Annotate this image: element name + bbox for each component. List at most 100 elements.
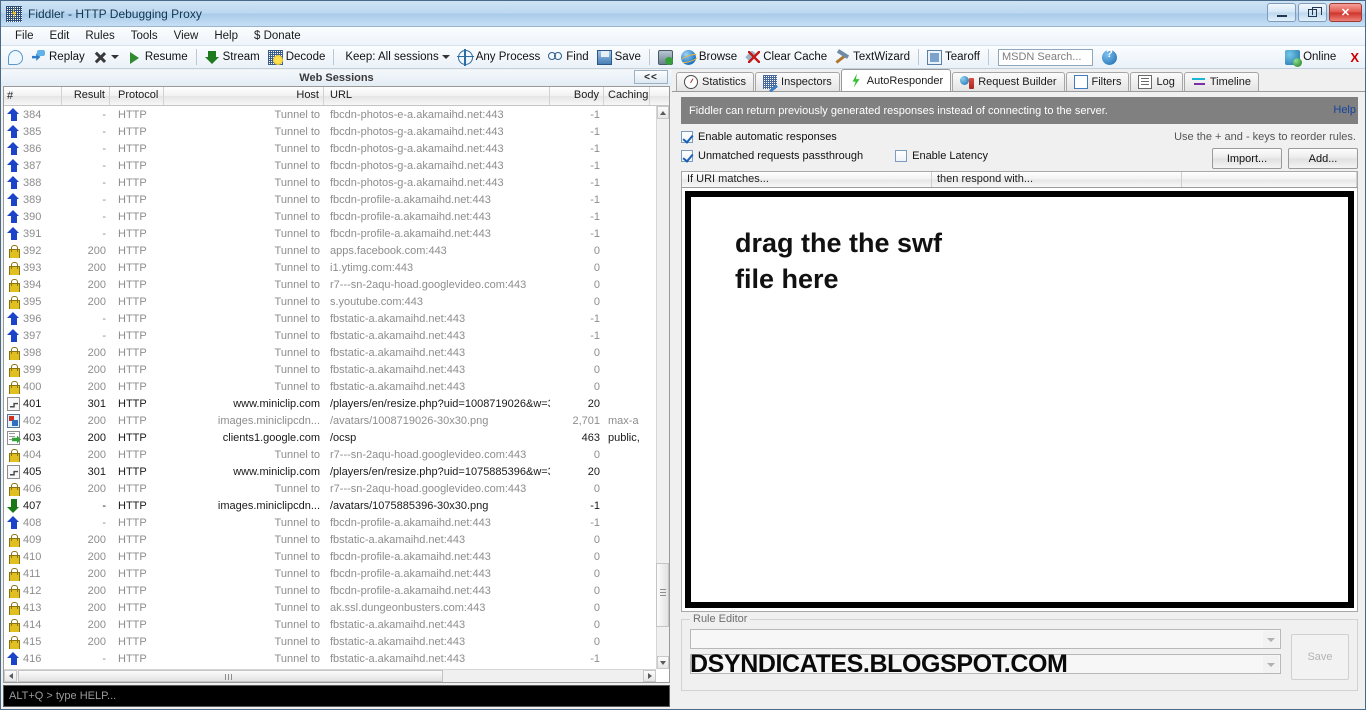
save-rule-button[interactable]: Save: [1291, 634, 1349, 680]
scroll-up-button[interactable]: [657, 106, 669, 119]
column-header-body[interactable]: Body: [550, 87, 604, 105]
table-row[interactable]: 392 200 HTTP Tunnel to apps.facebook.com:443…: [4, 242, 656, 259]
horizontal-scroll-thumb[interactable]: [18, 670, 443, 682]
table-row[interactable]: 384 - HTTP Tunnel to fbcdn-photos-e-a.akamai…: [4, 106, 656, 123]
table-row[interactable]: 416 - HTTP Tunnel to fbstatic-a.akamaihd.net…: [4, 650, 656, 667]
table-row[interactable]: 398 200 HTTP Tunnel to fbstatic-a.akamaihd.n…: [4, 344, 656, 361]
toolbar-close-icon[interactable]: X: [1350, 50, 1359, 65]
resume-button[interactable]: Resume: [123, 47, 192, 67]
table-row[interactable]: 414 200 HTTP Tunnel to fbstatic-a.akamaihd.n…: [4, 616, 656, 633]
find-button[interactable]: Find: [544, 47, 592, 67]
table-row[interactable]: 401 301 HTTP www.miniclip.com/players/en/re…: [4, 395, 656, 412]
column-header-result[interactable]: Result: [62, 87, 110, 105]
tearoff-button[interactable]: Tearoff: [923, 47, 984, 67]
table-row[interactable]: 404 200 HTTP Tunnel to r7---sn-2aqu-hoad.goo…: [4, 446, 656, 463]
enable-automatic-responses-checkbox[interactable]: [681, 131, 693, 143]
scroll-right-button[interactable]: [643, 670, 656, 682]
table-row[interactable]: 391 - HTTP Tunnel to fbcdn-profile-a.akamaih…: [4, 225, 656, 242]
replay-button[interactable]: Replay: [27, 47, 89, 67]
browse-button[interactable]: Browse: [677, 47, 741, 67]
comment-button[interactable]: [4, 47, 27, 67]
menu-edit[interactable]: Edit: [42, 28, 78, 44]
screenshot-button[interactable]: [654, 47, 677, 67]
msdn-search-input[interactable]: MSDN Search...: [997, 48, 1093, 66]
table-row[interactable]: 406 200 HTTP Tunnel to r7---sn-2aqu-hoad.goo…: [4, 480, 656, 497]
sessions-horizontal-scrollbar[interactable]: [4, 669, 656, 682]
tab-statistics[interactable]: Statistics: [676, 72, 755, 91]
column-header-extra[interactable]: [1182, 172, 1357, 187]
vertical-scroll-thumb[interactable]: [656, 563, 669, 627]
add-button[interactable]: Add...: [1288, 148, 1358, 169]
table-row[interactable]: 388 - HTTP Tunnel to fbcdn-photos-g-a.akamai…: [4, 174, 656, 191]
menu-tools[interactable]: Tools: [123, 28, 166, 44]
table-row[interactable]: 402 200 HTTP images.miniclipcdn... /avatars/…: [4, 412, 656, 429]
column-header-host[interactable]: Host: [164, 87, 324, 105]
column-header-then-respond-with[interactable]: then respond with...: [932, 172, 1182, 187]
rules-list-area[interactable]: drag the the swf file here: [681, 188, 1358, 612]
decode-button[interactable]: Decode: [264, 47, 330, 67]
table-row[interactable]: 410 200 HTTP Tunnel to fbcdn-profile-a.akama…: [4, 548, 656, 565]
column-header-if-uri-matches[interactable]: If URI matches...: [682, 172, 932, 187]
table-row[interactable]: 395 200 HTTP Tunnel to s.youtube.com:443 0: [4, 293, 656, 310]
menu-view[interactable]: View: [166, 28, 207, 44]
clear-cache-button[interactable]: Clear Cache: [741, 47, 831, 67]
tab-log[interactable]: Log: [1130, 72, 1183, 91]
tab-autoresponder[interactable]: AutoResponder: [840, 69, 952, 91]
minimize-button[interactable]: [1267, 3, 1296, 22]
any-process-button[interactable]: Any Process: [454, 47, 545, 67]
maximize-button[interactable]: [1298, 3, 1327, 22]
table-row[interactable]: 409 200 HTTP Tunnel to fbstatic-a.akamaihd.n…: [4, 531, 656, 548]
quickexec-input[interactable]: ALT+Q > type HELP...: [3, 685, 670, 707]
menu-rules[interactable]: Rules: [77, 28, 122, 44]
chevron-down-icon[interactable]: [1263, 631, 1279, 648]
table-row[interactable]: 411 200 HTTP Tunnel to fbcdn-profile-a.akama…: [4, 565, 656, 582]
table-row[interactable]: 415 200 HTTP Tunnel to fbstatic-a.akamaihd.n…: [4, 633, 656, 650]
table-row[interactable]: 393 200 HTTP Tunnel to i1.ytimg.com:443 0: [4, 259, 656, 276]
table-row[interactable]: 386 - HTTP Tunnel to fbcdn-photos-g-a.akamai…: [4, 140, 656, 157]
table-row[interactable]: 394 200 HTTP Tunnel to r7---sn-2aqu-hoad.goo…: [4, 276, 656, 293]
tab-timeline[interactable]: Timeline: [1183, 72, 1259, 91]
import-button[interactable]: Import...: [1212, 148, 1282, 169]
table-row[interactable]: 403 200 HTTP clients1.google.com/ocsp 463 pub…: [4, 429, 656, 446]
table-row[interactable]: 413 200 HTTP Tunnel to ak.ssl.dungeonbusters…: [4, 599, 656, 616]
rule-match-combobox[interactable]: [690, 629, 1281, 649]
column-header-caching[interactable]: Caching: [604, 87, 650, 105]
table-row[interactable]: 405 301 HTTP www.miniclip.com/players/en/re…: [4, 463, 656, 480]
swf-drop-zone[interactable]: drag the the swf file here: [685, 191, 1354, 608]
table-row[interactable]: 385 - HTTP Tunnel to fbcdn-photos-g-a.akamai…: [4, 123, 656, 140]
menu-donate[interactable]: $ Donate: [246, 28, 309, 44]
online-button[interactable]: Online: [1281, 47, 1340, 67]
remove-button[interactable]: [89, 47, 123, 67]
table-row[interactable]: 400 200 HTTP Tunnel to fbstatic-a.akamaihd.n…: [4, 378, 656, 395]
scroll-left-button[interactable]: [4, 670, 17, 682]
table-row[interactable]: 399 200 HTTP Tunnel to fbstatic-a.akamaihd.n…: [4, 361, 656, 378]
textwizard-button[interactable]: TextWizard: [831, 47, 914, 67]
sessions-vertical-scrollbar[interactable]: [656, 106, 669, 669]
scroll-down-button[interactable]: [657, 656, 669, 669]
table-row[interactable]: 407 - HTTP images.miniclipcdn... /avatars/10…: [4, 497, 656, 514]
close-button[interactable]: ✕: [1329, 3, 1362, 22]
enable-latency-checkbox[interactable]: [895, 150, 908, 162]
collapse-panel-button[interactable]: <<: [634, 70, 668, 84]
table-row[interactable]: 390 - HTTP Tunnel to fbcdn-profile-a.akamaih…: [4, 208, 656, 225]
keep-sessions-dropdown[interactable]: Keep: All sessions: [338, 47, 453, 67]
stream-button[interactable]: Stream: [201, 47, 264, 67]
save-button[interactable]: Save: [593, 47, 645, 67]
tab-request-builder[interactable]: Request Builder: [952, 72, 1065, 91]
menu-file[interactable]: File: [7, 28, 42, 44]
table-row[interactable]: 387 - HTTP Tunnel to fbcdn-photos-g-a.akamai…: [4, 157, 656, 174]
column-header-url[interactable]: URL: [324, 87, 550, 105]
column-header-protocol[interactable]: Protocol: [110, 87, 164, 105]
unmatched-requests-passthrough-checkbox[interactable]: [681, 150, 693, 162]
help-link[interactable]: Help: [1333, 104, 1356, 116]
chevron-down-icon[interactable]: [1263, 656, 1279, 673]
table-row[interactable]: 412 200 HTTP Tunnel to fbcdn-profile-a.akama…: [4, 582, 656, 599]
column-header-number[interactable]: #: [4, 87, 62, 105]
table-row[interactable]: 389 - HTTP Tunnel to fbcdn-profile-a.akamaih…: [4, 191, 656, 208]
menu-help[interactable]: Help: [206, 28, 246, 44]
table-row[interactable]: 396 - HTTP Tunnel to fbstatic-a.akamaihd.net…: [4, 310, 656, 327]
tab-inspectors[interactable]: Inspectors: [755, 72, 840, 91]
help-button[interactable]: [1098, 47, 1121, 67]
tab-filters[interactable]: Filters: [1065, 72, 1130, 91]
table-row[interactable]: 408 - HTTP Tunnel to fbcdn-profile-a.akamaih…: [4, 514, 656, 531]
